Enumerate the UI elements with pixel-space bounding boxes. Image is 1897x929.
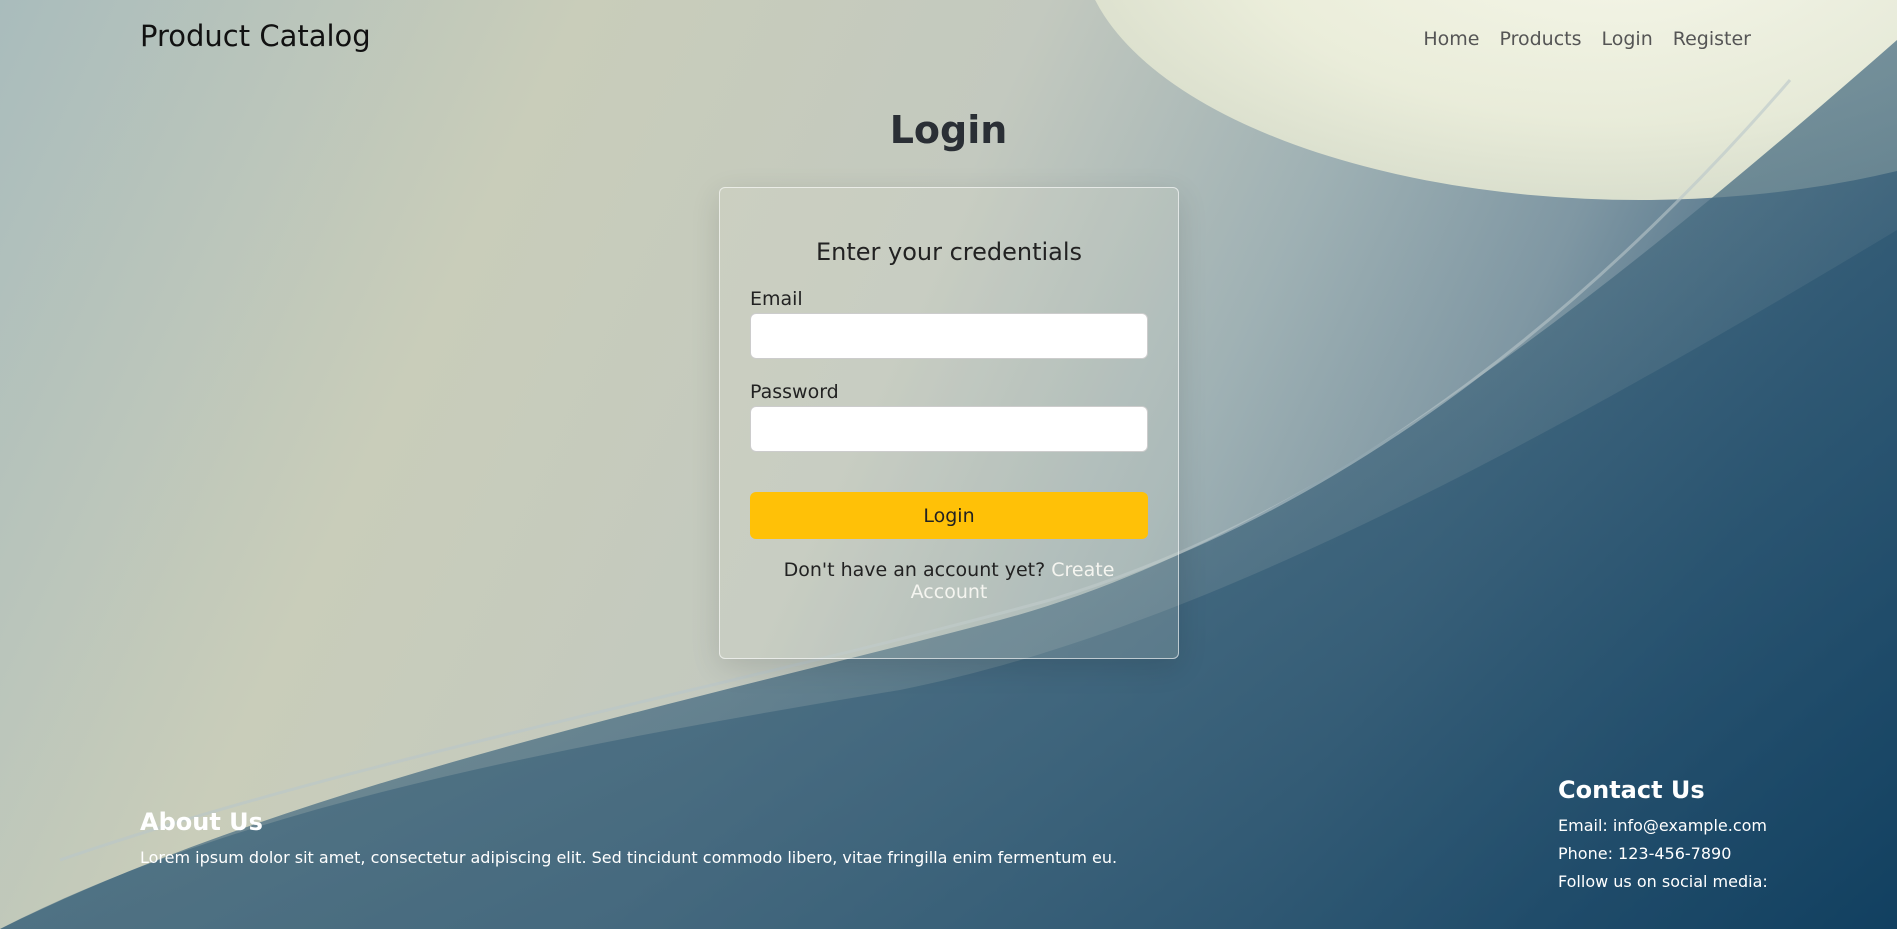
brand-logo[interactable]: Product Catalog: [140, 19, 371, 53]
contact-email: Email: info@example.com: [1558, 816, 1767, 835]
page-title: Login: [889, 108, 1008, 152]
contact-title: Contact Us: [1558, 776, 1705, 804]
card-heading: Enter your credentials: [815, 238, 1083, 266]
nav-link-home[interactable]: Home: [1423, 28, 1479, 50]
signup-prompt-line: Don't have an account yet? Create Accoun…: [750, 559, 1148, 603]
signup-prompt-text: Don't have an account yet?: [783, 559, 1046, 581]
password-group: Password: [750, 381, 1148, 452]
nav-link-register[interactable]: Register: [1673, 28, 1751, 50]
nav-link-products[interactable]: Products: [1499, 28, 1581, 50]
password-label: Password: [750, 381, 839, 403]
about-title: About Us: [140, 808, 263, 836]
nav-links: Home Products Login Register: [1423, 28, 1751, 50]
nav-link-login[interactable]: Login: [1602, 28, 1653, 50]
contact-phone: Phone: 123-456-7890: [1558, 844, 1732, 863]
footer-contact: Contact Us Email: info@example.com Phone…: [1558, 776, 1768, 900]
login-card: Enter your credentials Email Password Lo…: [719, 187, 1179, 659]
email-input[interactable]: [750, 313, 1148, 359]
email-group: Email: [750, 288, 1148, 359]
about-text: Lorem ipsum dolor sit amet, consectetur …: [140, 848, 1118, 867]
footer-about: About Us Lorem ipsum dolor sit amet, con…: [140, 808, 1117, 867]
email-label: Email: [750, 288, 803, 310]
login-button[interactable]: Login: [750, 492, 1148, 539]
contact-social: Follow us on social media:: [1558, 872, 1768, 891]
navbar: Product Catalog Home Products Login Regi…: [140, 0, 1751, 80]
password-input[interactable]: [750, 406, 1148, 452]
